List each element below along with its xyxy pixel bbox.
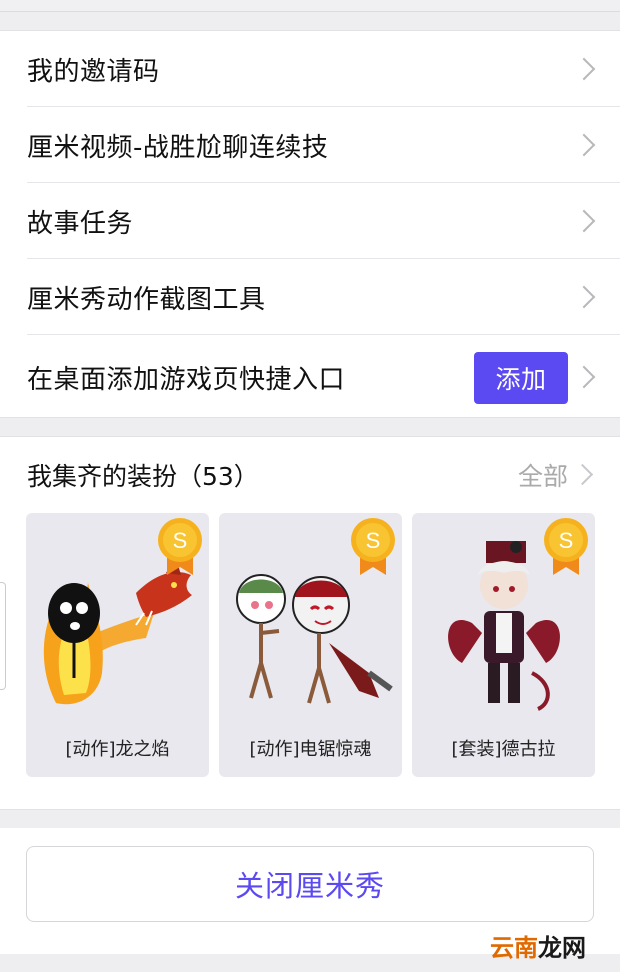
svg-text:S: S <box>559 528 574 553</box>
menu-item-label: 故事任务 <box>27 208 134 239</box>
menu-item-label: 厘米秀动作截图工具 <box>27 284 266 315</box>
costume-name: [动作]龙之焰 <box>65 739 170 760</box>
top-band <box>0 0 620 12</box>
s-rank-badge-icon: S <box>544 518 588 575</box>
costume-tile-dracula[interactable]: S [套装]德古拉 <box>412 513 595 777</box>
watermark: 云南龙网 <box>490 934 586 962</box>
add-shortcut-button[interactable]: 添加 <box>474 352 568 404</box>
menu-item-desktop-shortcut[interactable]: 在桌面添加游戏页快捷入口 添加 <box>0 335 620 419</box>
costume-name: [套装]德古拉 <box>451 739 556 760</box>
menu-item-story-task[interactable]: 故事任务 <box>0 183 620 259</box>
collection-title: 我集齐的装扮（53） <box>27 462 259 491</box>
menu-item-screenshot-tool[interactable]: 厘米秀动作截图工具 <box>0 259 620 335</box>
menu-item-label: 厘米视频-战胜尬聊连续技 <box>27 132 329 163</box>
menu-item-invite-code[interactable]: 我的邀请码 <box>0 31 620 107</box>
collection-card: 我集齐的装扮（53） 全部 S [动作]龙之焰 S [动作]电锯惊魂 S [套装… <box>0 436 620 810</box>
menu-item-video[interactable]: 厘米视频-战胜尬聊连续技 <box>0 107 620 183</box>
costume-name: [动作]电锯惊魂 <box>249 739 372 760</box>
costume-tile-dragon-flame[interactable]: S [动作]龙之焰 <box>26 513 209 777</box>
menu-card: 我的邀请码 厘米视频-战胜尬聊连续技 故事任务 厘米秀动作截图工具 在桌面添加游… <box>0 30 620 418</box>
chevron-right-icon <box>571 463 594 486</box>
s-rank-badge-icon: S <box>158 518 202 575</box>
costume-tile-chainsaw[interactable]: S [动作]电锯惊魂 <box>219 513 402 777</box>
side-drag-handle[interactable] <box>0 582 6 690</box>
s-rank-badge-icon: S <box>351 518 395 575</box>
svg-text:S: S <box>366 528 381 553</box>
svg-text:S: S <box>173 528 188 553</box>
menu-item-label: 我的邀请码 <box>27 56 160 87</box>
close-cmshow-button[interactable]: 关闭厘米秀 <box>26 846 594 922</box>
view-all-link[interactable]: 全部 <box>518 457 568 493</box>
